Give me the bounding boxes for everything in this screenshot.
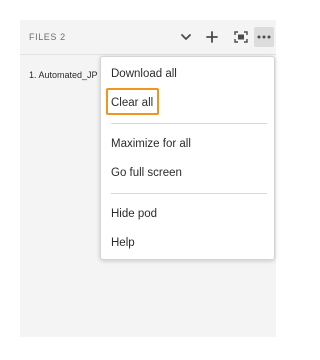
menu-divider	[111, 193, 267, 194]
pod-header: FILES 2	[20, 20, 276, 55]
menu-item-go-full-screen[interactable]: Go full screen	[111, 165, 182, 181]
fit-to-screen-icon[interactable]	[233, 29, 249, 45]
file-list-item[interactable]: 1. Automated_JP	[29, 70, 98, 80]
menu-item-help[interactable]: Help	[111, 235, 135, 251]
more-options-icon[interactable]	[254, 27, 274, 47]
more-options-menu: Download all Clear all Maximize for all …	[100, 56, 275, 260]
highlight-box	[106, 88, 159, 115]
menu-item-download-all[interactable]: Download all	[111, 66, 177, 82]
pod-title: FILES 2	[29, 32, 66, 42]
plus-icon[interactable]	[204, 29, 220, 45]
chevron-down-icon[interactable]	[178, 29, 194, 45]
menu-item-hide-pod[interactable]: Hide pod	[111, 206, 157, 222]
menu-item-maximize-for-all[interactable]: Maximize for all	[111, 136, 191, 152]
menu-divider	[111, 123, 267, 124]
